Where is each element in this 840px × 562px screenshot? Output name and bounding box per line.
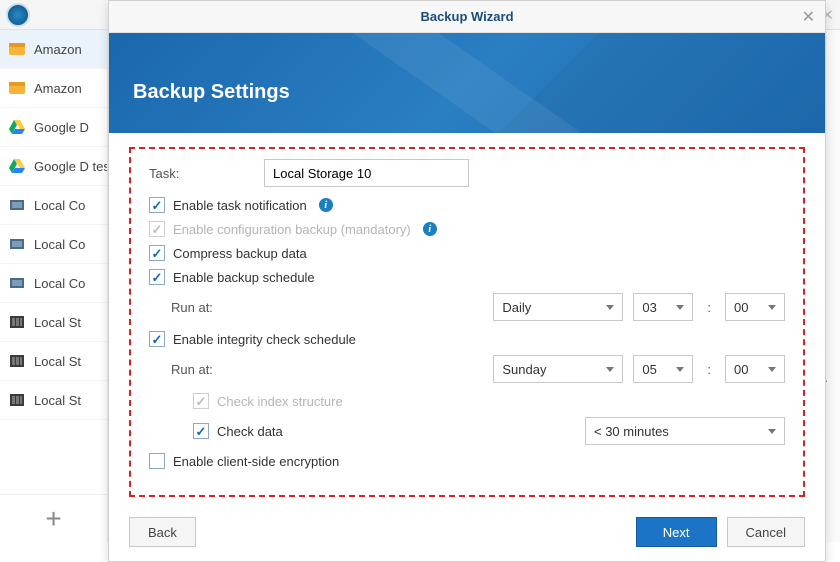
info-icon[interactable]: i [319,198,333,212]
sidebar-item-label: Local St [34,354,81,369]
sidebar-item-label: Local St [34,315,81,330]
sidebar-item-label: Amazon [34,81,82,96]
enable-integrity-checkbox[interactable] [149,331,165,347]
client-encryption-checkbox[interactable] [149,453,165,469]
sidebar-item-gdrive-1[interactable]: Google D [0,108,107,147]
time-colon: : [707,362,711,377]
sidebar-item-local-2[interactable]: Local Co [0,225,107,264]
chevron-down-icon [768,429,776,434]
chevron-down-icon [606,367,614,372]
gdrive-icon [8,157,26,175]
next-button[interactable]: Next [636,517,717,547]
chevron-down-icon [768,367,776,372]
local-icon [8,274,26,292]
enable-notification-label: Enable task notification [173,198,307,213]
enable-integrity-label: Enable integrity check schedule [173,332,356,347]
compress-label: Compress backup data [173,246,307,261]
nas-icon [8,352,26,370]
chevron-down-icon [676,305,684,310]
local-icon [8,196,26,214]
gdrive-icon [8,118,26,136]
task-label: Task: [149,166,264,181]
integrity-frequency-select[interactable]: Sunday [493,355,623,383]
enable-notification-checkbox[interactable] [149,197,165,213]
chevron-down-icon [676,367,684,372]
sidebar-item-storage-2[interactable]: Local St [0,342,107,381]
amazon-icon [8,79,26,97]
local-icon [8,235,26,253]
sidebar-item-local-3[interactable]: Local Co [0,264,107,303]
run-at-label: Run at: [171,300,256,315]
settings-highlight-box: Task: Enable task notification i Enable … [129,147,805,497]
enable-config-backup-checkbox [149,221,165,237]
backup-frequency-select[interactable]: Daily [493,293,623,321]
check-index-checkbox [193,393,209,409]
sidebar-item-amazon-2[interactable]: Amazon [0,69,107,108]
check-data-duration-select[interactable]: < 30 minutes [585,417,785,445]
task-name-input[interactable] [264,159,469,187]
modal-heading: Backup Settings [133,81,290,104]
check-data-checkbox[interactable] [193,423,209,439]
app-logo-icon [6,3,30,27]
sidebar-item-gdrive-2[interactable]: Google D test [0,147,107,186]
backup-hour-select[interactable]: 03 [633,293,693,321]
backup-minute-select[interactable]: 00 [725,293,785,321]
check-index-label: Check index structure [217,394,343,409]
sidebar-item-storage-3[interactable]: Local St [0,381,107,420]
amazon-icon [8,40,26,58]
enable-schedule-checkbox[interactable] [149,269,165,285]
nas-icon [8,313,26,331]
sidebar-item-storage-1[interactable]: Local St [0,303,107,342]
chevron-down-icon [768,305,776,310]
sidebar-item-label: Local Co [34,198,85,213]
info-icon[interactable]: i [423,222,437,236]
integrity-hour-select[interactable]: 05 [633,355,693,383]
sidebar-item-local-1[interactable]: Local Co [0,186,107,225]
sidebar-item-label: Google D test [34,159,108,174]
enable-config-backup-label: Enable configuration backup (mandatory) [173,222,411,237]
sidebar-item-label: Google D [34,120,89,135]
modal-close-button[interactable]: ✕ [802,7,815,27]
modal-titlebar: Backup Wizard ✕ [109,1,825,33]
sidebar-item-label: Local St [34,393,81,408]
integrity-minute-select[interactable]: 00 [725,355,785,383]
sidebar-item-label: Amazon [34,42,82,57]
run-at-label: Run at: [171,362,256,377]
add-task-button[interactable]: + [0,494,107,542]
sidebar: Amazon Amazon Google D Google D test Loc… [0,30,108,542]
enable-schedule-label: Enable backup schedule [173,270,315,285]
time-colon: : [707,300,711,315]
sidebar-item-amazon-1[interactable]: Amazon [0,30,107,69]
back-button[interactable]: Back [129,517,196,547]
check-data-label: Check data [217,424,283,439]
modal-title: Backup Wizard [420,9,513,24]
chevron-down-icon [606,305,614,310]
cancel-button[interactable]: Cancel [727,517,805,547]
sidebar-item-label: Local Co [34,237,85,252]
backup-wizard-modal: Backup Wizard ✕ Backup Settings Task: En… [108,0,826,562]
modal-footer: Back Next Cancel [109,507,825,561]
compress-checkbox[interactable] [149,245,165,261]
nas-icon [8,391,26,409]
sidebar-item-label: Local Co [34,276,85,291]
modal-banner: Backup Settings [109,33,825,133]
client-encryption-label: Enable client-side encryption [173,454,339,469]
